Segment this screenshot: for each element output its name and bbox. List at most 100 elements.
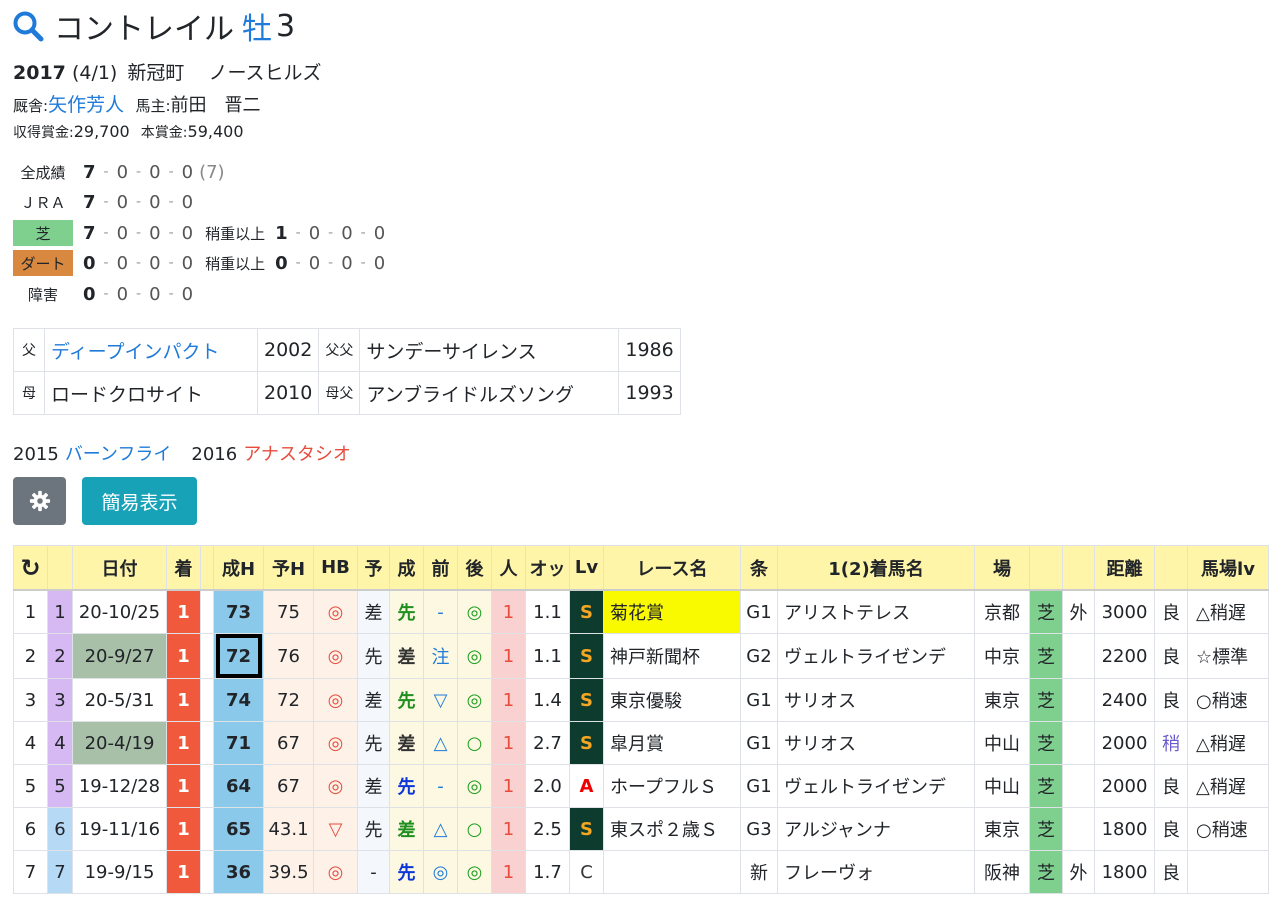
horse-name: コントレイル bbox=[54, 12, 234, 47]
cell-odds: 1.7 bbox=[525, 850, 570, 894]
pedigree-name[interactable]: ディープインパクト bbox=[44, 328, 258, 372]
cell-cond: 稍 bbox=[1154, 721, 1188, 765]
search-icon[interactable] bbox=[12, 10, 44, 42]
cell-winner[interactable]: アリストテレス bbox=[777, 589, 975, 634]
cell-no2: 2 bbox=[47, 633, 73, 679]
record-separator: - bbox=[360, 255, 366, 271]
cell-winner[interactable]: サリオス bbox=[777, 721, 975, 765]
record-sub-value: 0 bbox=[308, 252, 321, 274]
record-sub-label: 稍重以上 bbox=[205, 224, 266, 243]
record-separator: - bbox=[103, 194, 109, 210]
cell-race[interactable]: 神戸新聞杯 bbox=[603, 633, 741, 679]
cell-mae: △ bbox=[423, 721, 458, 765]
cell-lv: S bbox=[569, 721, 604, 765]
record-sub-value: 0 bbox=[308, 222, 321, 244]
pedigree-relation: 母 bbox=[13, 371, 45, 415]
cell-place: 中山 bbox=[974, 764, 1030, 808]
gear-icon bbox=[29, 490, 50, 512]
cell-yo: 先 bbox=[357, 633, 390, 679]
column-header: 前 bbox=[423, 545, 458, 591]
cell-sei: 先 bbox=[389, 850, 424, 894]
cell-date: 19-11/16 bbox=[72, 807, 167, 851]
record-separator: - bbox=[328, 255, 334, 271]
birth-place: 新冠町 bbox=[127, 62, 185, 84]
pedigree-year: 1986 bbox=[618, 328, 681, 372]
cell-pre: 75 bbox=[263, 589, 314, 634]
cell-race[interactable]: ホープフルＳ bbox=[603, 764, 741, 808]
cell-hb: ▽ bbox=[313, 807, 358, 851]
cell-pop: 1 bbox=[491, 721, 526, 765]
cell-date: 19-12/28 bbox=[72, 764, 167, 808]
column-header: 予H bbox=[263, 545, 314, 591]
cell-rat: 64 bbox=[213, 764, 264, 808]
column-header bbox=[1154, 545, 1188, 591]
cell-race[interactable]: 菊花賞 bbox=[603, 589, 741, 634]
earned-label: 収得賞金: bbox=[13, 125, 74, 141]
cell-sei: 差 bbox=[389, 721, 424, 765]
column-header: 1(2)着馬名 bbox=[777, 545, 975, 591]
cell-winner[interactable]: サリオス bbox=[777, 678, 975, 722]
settings-button[interactable] bbox=[13, 477, 66, 525]
cell-pop: 1 bbox=[491, 807, 526, 851]
cell-race[interactable]: 東スポ２歳Ｓ bbox=[603, 807, 741, 851]
cell-dist: 1800 bbox=[1094, 850, 1155, 894]
sibling-link[interactable]: アナスタシオ bbox=[243, 444, 351, 465]
record-separator: - bbox=[136, 164, 142, 180]
record-row: ＪＲＡ 7-0-0-0 bbox=[13, 189, 193, 215]
record-value: 0 bbox=[181, 283, 194, 305]
prize-label: 本賞金: bbox=[140, 125, 188, 141]
cell-race[interactable] bbox=[603, 850, 741, 894]
cell-rat: 71 bbox=[213, 721, 264, 765]
refresh-icon[interactable]: ↻ bbox=[13, 545, 48, 591]
record-value: 0 bbox=[83, 252, 96, 274]
column-header: 日付 bbox=[72, 545, 167, 591]
simple-view-button[interactable]: 簡易表示 bbox=[82, 477, 197, 525]
cell-no2: 5 bbox=[47, 764, 73, 808]
cell-pre: 72 bbox=[263, 678, 314, 722]
column-header: Lv bbox=[569, 545, 604, 591]
cell-winner[interactable]: ヴェルトライゼンデ bbox=[777, 633, 975, 679]
sibling-year: 2015 bbox=[13, 444, 59, 465]
cell-gap bbox=[200, 589, 214, 634]
record-separator: - bbox=[136, 225, 142, 241]
cell-no: 3 bbox=[13, 678, 48, 722]
birth-year: 2017 bbox=[13, 62, 66, 84]
record-value: 0 bbox=[116, 252, 129, 274]
sibling-link[interactable]: バーンフライ bbox=[65, 444, 172, 465]
record-separator: - bbox=[168, 286, 174, 302]
record-separator: - bbox=[103, 255, 109, 271]
horse-age: 3 bbox=[276, 8, 296, 44]
cell-race[interactable]: 東京優駿 bbox=[603, 678, 741, 722]
table-row: 3 3 20-5/31 1 74 72 ◎ 差先 ▽ ◎ 1 1.4 S 東京優駿 G1 サリオス 東京芝 240… bbox=[13, 678, 1269, 722]
cell-race[interactable]: 皐月賞 bbox=[603, 721, 741, 765]
record-sub-value: 1 bbox=[275, 222, 288, 244]
cell-cls: 新 bbox=[740, 850, 778, 894]
cell-io bbox=[1062, 678, 1095, 722]
cell-winner[interactable]: アルジャンナ bbox=[777, 807, 975, 851]
cell-cls: G3 bbox=[740, 807, 778, 851]
cell-place: 中山 bbox=[974, 721, 1030, 765]
birth-info: 2017 (4/1) 新冠町 ノースヒルズ bbox=[13, 58, 322, 85]
record-sub-value: 0 bbox=[373, 252, 386, 274]
cell-yo: 先 bbox=[357, 807, 390, 851]
cell-gap bbox=[200, 721, 214, 765]
prize-value: 59,400 bbox=[187, 122, 244, 141]
cell-sei: 差 bbox=[389, 633, 424, 679]
cell-sei: 先 bbox=[389, 589, 424, 634]
cell-date: 20-5/31 bbox=[72, 678, 167, 722]
cell-fin: 1 bbox=[166, 589, 201, 634]
cell-cls: G1 bbox=[740, 589, 778, 634]
cell-winner[interactable]: ヴェルトライゼンデ bbox=[777, 764, 975, 808]
cell-io bbox=[1062, 807, 1095, 851]
cell-gap bbox=[200, 850, 214, 894]
cell-place: 東京 bbox=[974, 678, 1030, 722]
cell-ato: ◎ bbox=[457, 764, 492, 808]
cell-io: 外 bbox=[1062, 589, 1095, 634]
record-label: 芝 bbox=[13, 220, 73, 246]
cell-winner[interactable]: フレーヴォ bbox=[777, 850, 975, 894]
trainer-link[interactable]: 矢作芳人 bbox=[48, 94, 124, 116]
record-sub-value: 0 bbox=[341, 252, 353, 274]
cell-ato: ◎ bbox=[457, 850, 492, 894]
record-separator: - bbox=[103, 286, 109, 302]
column-header: オッ bbox=[525, 545, 570, 591]
